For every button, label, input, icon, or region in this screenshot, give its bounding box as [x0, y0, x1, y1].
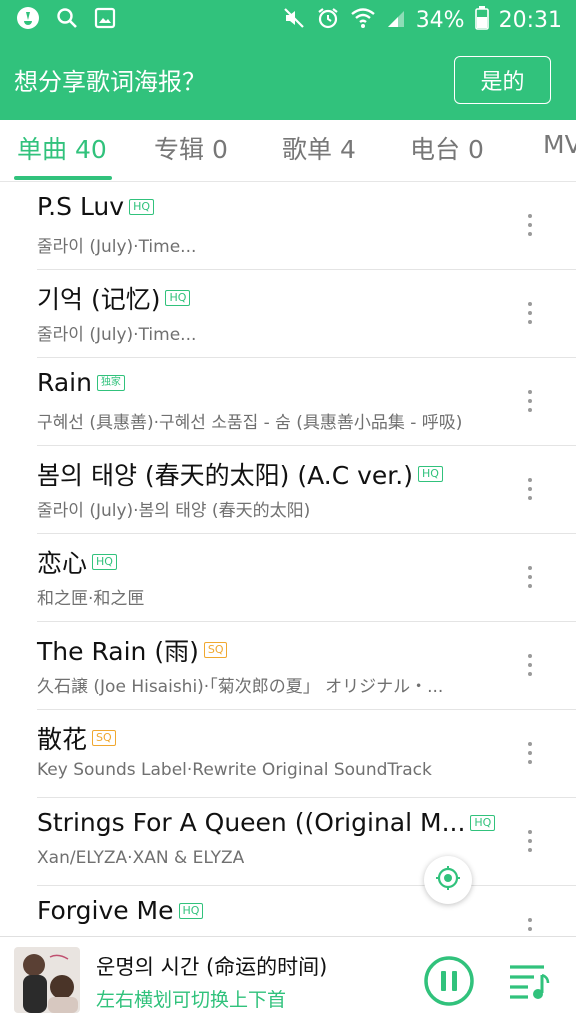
battery-percent: 34% — [415, 7, 465, 33]
more-options-icon[interactable] — [520, 914, 540, 936]
song-title: 봄의 태양 (春天的太阳) (A.C ver.) — [37, 461, 413, 490]
song-title: Forgive Me — [37, 896, 174, 925]
song-subtitle: Xan/ELYZA·XAN & ELYZA — [37, 848, 245, 868]
list-item[interactable]: 기억 (记忆) HQ 줄라이 (July)·Time... — [0, 270, 576, 358]
status-bar: 34% 20:31 — [0, 0, 576, 40]
song-subtitle: 줄라이 (July)·봄의 태양 (春天的太阳) — [37, 501, 311, 521]
more-options-icon[interactable] — [520, 738, 540, 768]
signal-icon — [386, 7, 406, 33]
more-options-icon[interactable] — [520, 562, 540, 592]
more-options-icon[interactable] — [520, 650, 540, 680]
playlist-icon — [506, 959, 552, 1007]
tab-albums[interactable]: 专辑 0 — [154, 130, 228, 166]
album-art[interactable] — [14, 947, 80, 1013]
song-title: 散花 — [37, 725, 88, 754]
song-subtitle: 줄라이 (July)·Time... — [37, 325, 197, 345]
more-options-icon[interactable] — [520, 210, 540, 240]
list-item[interactable]: Strings For A Queen ((Original M... HQ Xa… — [0, 798, 576, 886]
quality-badge: HQ — [178, 902, 204, 919]
confirm-share-button[interactable]: 是的 — [454, 56, 551, 104]
alarm-icon — [316, 6, 340, 34]
image-icon — [94, 7, 116, 33]
tab-mv[interactable]: MV — [543, 130, 576, 159]
battery-icon — [474, 6, 489, 34]
quality-badge: HQ — [470, 814, 496, 831]
quality-badge: HQ — [165, 290, 191, 306]
more-options-icon[interactable] — [520, 826, 540, 856]
wifi-icon — [350, 6, 376, 34]
song-subtitle: Key Sounds Label·Rewrite Original SoundT… — [37, 760, 432, 780]
pause-button[interactable] — [423, 955, 475, 1007]
active-tab-indicator — [14, 176, 112, 180]
pause-icon — [423, 955, 475, 1011]
exclusive-badge: 独家 — [96, 374, 125, 391]
mini-player[interactable]: 운명의 시간 (命运的时间) 左右横划可切换上下首 — [0, 936, 576, 1024]
search-icon — [56, 7, 78, 33]
quality-badge: HQ — [92, 554, 117, 570]
list-item[interactable]: Rain 独家 구혜선 (具惠善)·구혜선 소품집 - 숨 (具惠善小品集 - 呼… — [0, 358, 576, 446]
tab-songs[interactable]: 单曲 40 — [17, 130, 107, 166]
quality-badge: SQ — [92, 730, 116, 746]
song-subtitle: 久石譲 (Joe Hisaishi)·「菊次郎の夏」 オリジナル・... — [37, 677, 444, 697]
song-title: 恋心 — [37, 549, 88, 578]
clock: 20:31 — [498, 7, 562, 33]
song-title: Strings For A Queen ((Original M... — [37, 808, 466, 837]
song-title: 기억 (记忆) — [37, 285, 161, 314]
song-title: The Rain (雨) — [37, 637, 199, 666]
locate-playing-button[interactable] — [424, 856, 472, 904]
list-item[interactable]: 散花 SQ Key Sounds Label·Rewrite Original S… — [0, 710, 576, 798]
song-title: Rain — [37, 368, 92, 397]
more-options-icon[interactable] — [520, 474, 540, 504]
song-title: P.S Luv — [37, 192, 125, 221]
mute-icon — [282, 6, 306, 34]
banner-prompt: 想分享歌词海报？ — [14, 68, 206, 96]
search-result-tabs: 单曲 40 专辑 0 歌单 4 电台 0 MV — [0, 120, 576, 182]
list-item[interactable]: 恋心 HQ 和之匣·和之匣 — [0, 534, 576, 622]
tab-playlists[interactable]: 歌单 4 — [282, 130, 356, 166]
app-icon — [16, 6, 40, 34]
list-item[interactable]: 봄의 태양 (春天的太阳) (A.C ver.) HQ 줄라이 (July)·봄의… — [0, 446, 576, 534]
more-options-icon[interactable] — [520, 298, 540, 328]
playlist-button[interactable] — [506, 959, 552, 1003]
list-item[interactable]: Forgive Me HQ — [0, 886, 576, 936]
swipe-hint: 左右横划可切换上下首 — [96, 989, 287, 1011]
quality-badge: HQ — [129, 198, 155, 215]
song-subtitle: 줄라이 (July)·Time... — [37, 237, 197, 257]
tab-radio[interactable]: 电台 0 — [410, 130, 484, 166]
song-subtitle: 和之匣·和之匣 — [37, 589, 145, 609]
locate-icon — [435, 865, 461, 895]
share-lyrics-banner: 想分享歌词海报？ 是的 — [0, 40, 576, 120]
quality-badge: SQ — [203, 642, 228, 658]
now-playing-title: 운명의 시간 (命运的时间) — [96, 955, 328, 979]
more-options-icon[interactable] — [520, 386, 540, 416]
list-item[interactable]: P.S Luv HQ 줄라이 (July)·Time... — [0, 182, 576, 270]
song-list: P.S Luv HQ 줄라이 (July)·Time... 기억 (记忆) HQ 줄… — [0, 182, 576, 936]
song-subtitle: 구혜선 (具惠善)·구혜선 소품집 - 숨 (具惠善小品集 - 呼吸) — [37, 413, 463, 433]
list-item[interactable]: The Rain (雨) SQ 久石譲 (Joe Hisaishi)·「菊次郎の夏… — [0, 622, 576, 710]
quality-badge: HQ — [417, 466, 443, 482]
